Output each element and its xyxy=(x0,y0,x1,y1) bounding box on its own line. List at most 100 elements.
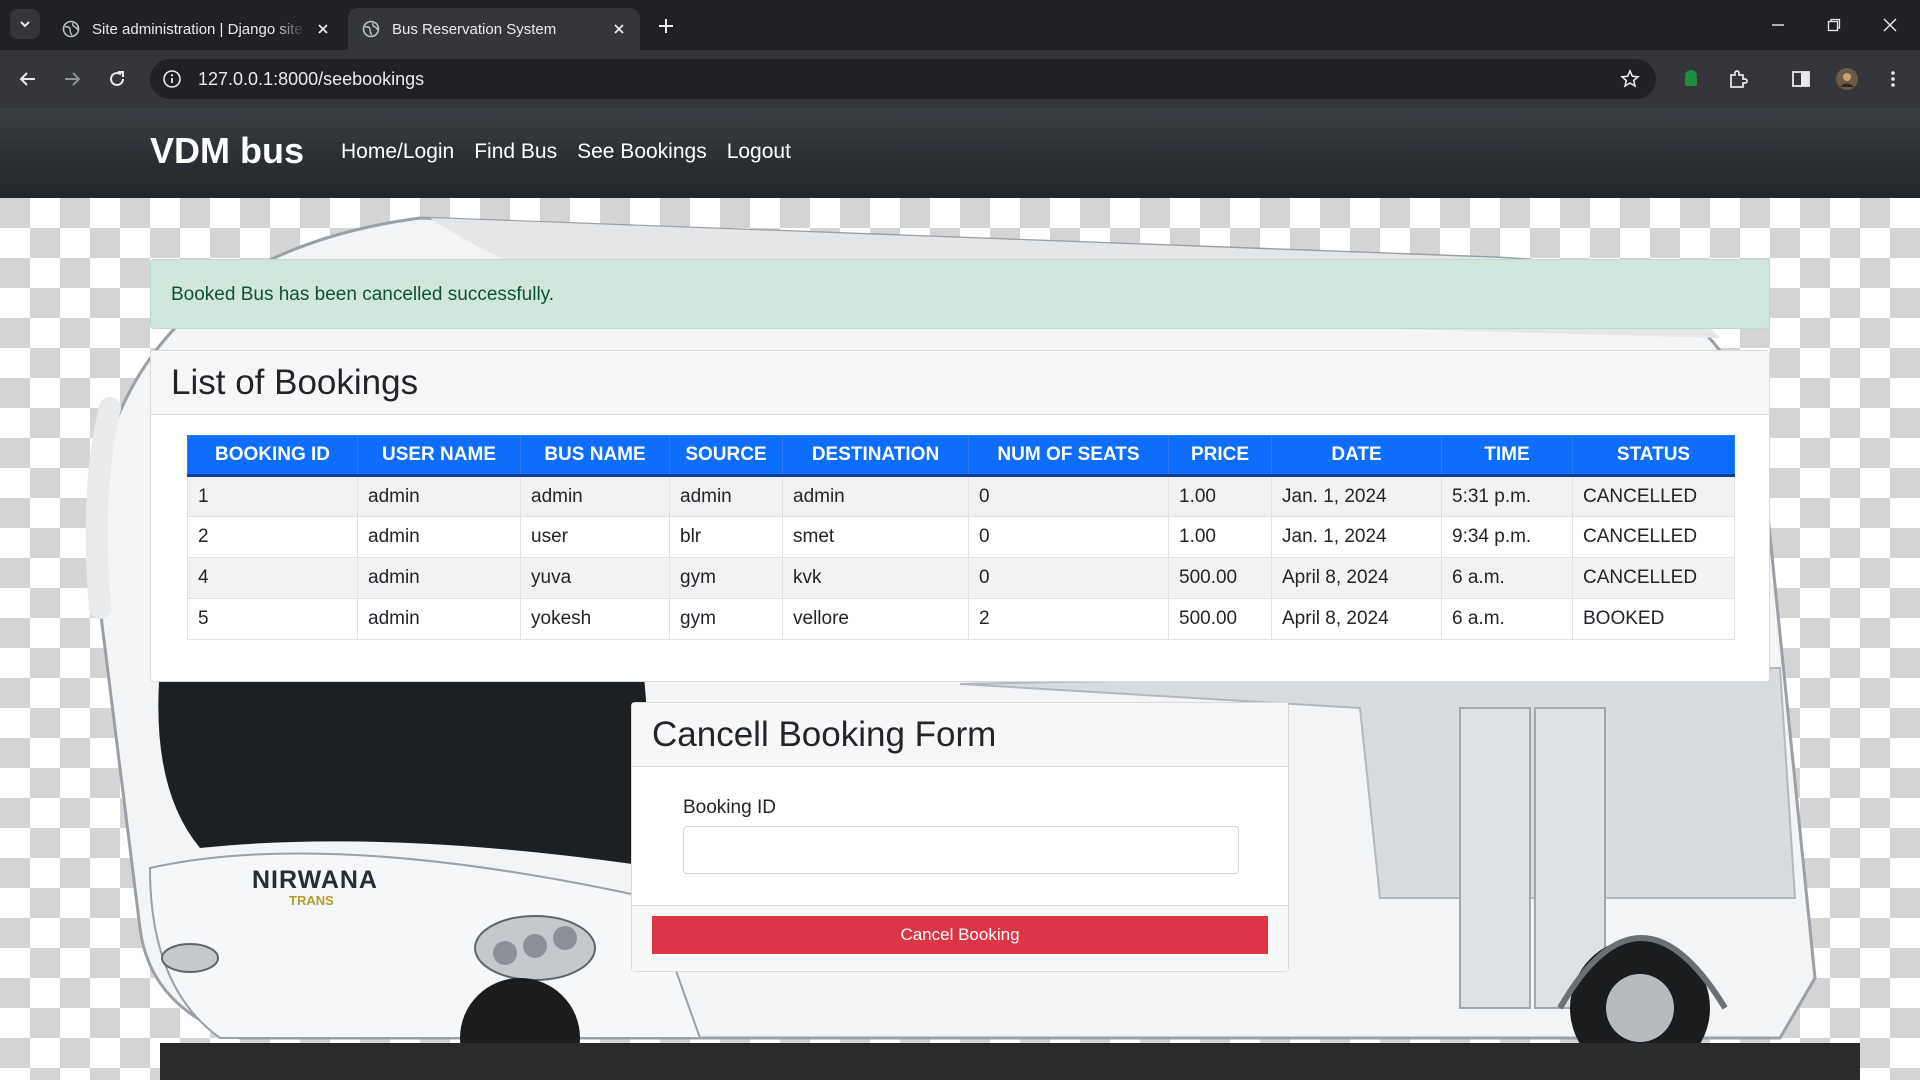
reload-icon xyxy=(110,71,124,86)
cell-destination: admin xyxy=(782,475,969,517)
bus-brand-sub: TRANS xyxy=(289,893,334,908)
address-bar[interactable]: 127.0.0.1:8000/seebookings xyxy=(150,59,1656,99)
nav-link-logout[interactable]: Logout xyxy=(727,140,791,164)
avatar-icon xyxy=(1836,68,1858,90)
cell-date: April 8, 2024 xyxy=(1271,598,1442,640)
close-icon[interactable] xyxy=(610,20,628,38)
cell-price: 1.00 xyxy=(1168,516,1272,558)
site-navbar: VDM bus Home/Login Find Bus See Bookings… xyxy=(0,108,1920,198)
info-icon[interactable] xyxy=(162,69,182,89)
globe-icon xyxy=(62,20,80,38)
cell-booking-id: 4 xyxy=(187,557,358,599)
cell-status: CANCELLED xyxy=(1572,516,1735,558)
globe-icon xyxy=(362,20,380,38)
cell-bus-name: user xyxy=(520,516,670,558)
puzzle-icon xyxy=(1730,70,1748,88)
arrow-right-icon xyxy=(65,72,81,86)
cell-destination: smet xyxy=(782,516,969,558)
booking-id-input[interactable] xyxy=(683,826,1239,874)
nav-link-find-bus[interactable]: Find Bus xyxy=(474,140,557,164)
cell-price: 500.00 xyxy=(1168,557,1272,599)
bookings-title: List of Bookings xyxy=(151,351,1769,415)
tab-title: Site administration | Django site admin xyxy=(92,20,306,38)
side-panel-icon xyxy=(1792,71,1810,87)
table-row: 4 admin yuva gym kvk 0 500.00 April 8, 2… xyxy=(187,557,1735,599)
tab-bus-reservation[interactable]: Bus Reservation System xyxy=(348,8,640,50)
table-row: 2 admin user blr smet 0 1.00 Jan. 1, 202… xyxy=(187,516,1735,558)
cell-bus-name: yuva xyxy=(520,557,670,599)
extensions-button[interactable] xyxy=(1726,67,1750,91)
tab-django-admin[interactable]: Site administration | Django site admin xyxy=(48,8,344,50)
cell-status: CANCELLED xyxy=(1572,557,1735,599)
cancel-booking-card: Cancell Booking Form Booking ID Cancel B… xyxy=(631,702,1289,972)
arrow-left-icon xyxy=(19,72,35,86)
url-text: 127.0.0.1:8000/seebookings xyxy=(198,68,425,89)
logo-brand-text: NIRWANA xyxy=(252,866,378,894)
cell-time: 5:31 p.m. xyxy=(1441,475,1573,517)
restore-icon xyxy=(1827,18,1841,32)
cell-booking-id: 5 xyxy=(187,598,358,640)
cell-price: 1.00 xyxy=(1168,475,1272,517)
browser-toolbar: 127.0.0.1:8000/seebookings xyxy=(0,50,1920,140)
cell-bus-name: yokesh xyxy=(520,598,670,640)
cell-source: gym xyxy=(669,598,783,640)
table-header-row: BOOKING ID USER NAME BUS NAME SOURCE DES… xyxy=(187,435,1735,477)
site-brand[interactable]: VDM bus xyxy=(150,130,304,172)
cell-user-name: admin xyxy=(357,557,521,599)
more-vertical-icon xyxy=(1891,71,1895,87)
profile-avatar[interactable] xyxy=(1835,67,1859,91)
browser-menu-button[interactable] xyxy=(1881,67,1905,91)
cell-time: 6 a.m. xyxy=(1441,557,1573,599)
cell-num-seats: 0 xyxy=(968,475,1169,517)
cell-num-seats: 0 xyxy=(968,557,1169,599)
logo-sub-text: TRANS xyxy=(289,893,334,908)
extension-android-icon[interactable] xyxy=(1679,67,1703,91)
nav-link-home-login[interactable]: Home/Login xyxy=(341,140,454,164)
cell-destination: vellore xyxy=(782,598,969,640)
restore-button[interactable] xyxy=(1820,12,1848,38)
plus-icon xyxy=(659,19,673,33)
cell-status: CANCELLED xyxy=(1572,475,1735,517)
nav-links: Home/Login Find Bus See Bookings Logout xyxy=(341,140,791,164)
back-button[interactable] xyxy=(14,65,42,93)
cell-time: 6 a.m. xyxy=(1441,598,1573,640)
android-icon xyxy=(1685,70,1697,86)
close-icon[interactable] xyxy=(314,20,332,38)
column-header: USER NAME xyxy=(357,435,521,477)
cancel-booking-button[interactable]: Cancel Booking xyxy=(652,916,1268,954)
cell-price: 500.00 xyxy=(1168,598,1272,640)
column-header: BUS NAME xyxy=(520,435,670,477)
column-header: DATE xyxy=(1271,435,1442,477)
bookmark-star-icon[interactable] xyxy=(1620,69,1640,89)
window-close-button[interactable] xyxy=(1876,12,1904,38)
new-tab-button[interactable] xyxy=(652,12,680,40)
bus-brand-logo: NIRWANA xyxy=(252,866,378,895)
cell-status: BOOKED xyxy=(1572,598,1735,640)
cell-date: Jan. 1, 2024 xyxy=(1271,475,1442,517)
table-row: 1 admin admin admin admin 0 1.00 Jan. 1,… xyxy=(187,475,1735,517)
cell-user-name: admin xyxy=(357,516,521,558)
column-header: SOURCE xyxy=(669,435,783,477)
cell-time: 9:34 p.m. xyxy=(1441,516,1573,558)
reload-button[interactable] xyxy=(103,65,131,93)
forward-button[interactable] xyxy=(58,65,86,93)
side-panel-button[interactable] xyxy=(1789,67,1813,91)
minimize-button[interactable] xyxy=(1764,12,1792,38)
nav-link-see-bookings[interactable]: See Bookings xyxy=(577,140,707,164)
cancel-form-footer: Cancel Booking xyxy=(632,905,1288,971)
close-icon xyxy=(1883,18,1897,32)
column-header: BOOKING ID xyxy=(187,435,358,477)
tab-title: Bus Reservation System xyxy=(392,20,557,38)
cell-date: Jan. 1, 2024 xyxy=(1271,516,1442,558)
page-viewport: NIRWANA TRANS VDM bus Home/Login Find Bu… xyxy=(0,108,1920,1080)
table-row: 5 admin yokesh gym vellore 2 500.00 Apri… xyxy=(187,598,1735,640)
column-header: NUM OF SEATS xyxy=(968,435,1169,477)
bookings-card: List of Bookings BOOKING ID USER NAME BU… xyxy=(150,350,1770,682)
tab-search-button[interactable] xyxy=(10,9,40,39)
booking-id-label: Booking ID xyxy=(683,797,776,818)
cell-user-name: admin xyxy=(357,598,521,640)
cell-source: admin xyxy=(669,475,783,517)
cell-num-seats: 2 xyxy=(968,598,1169,640)
alert-message: Booked Bus has been cancelled successful… xyxy=(171,284,555,305)
cell-destination: kvk xyxy=(782,557,969,599)
